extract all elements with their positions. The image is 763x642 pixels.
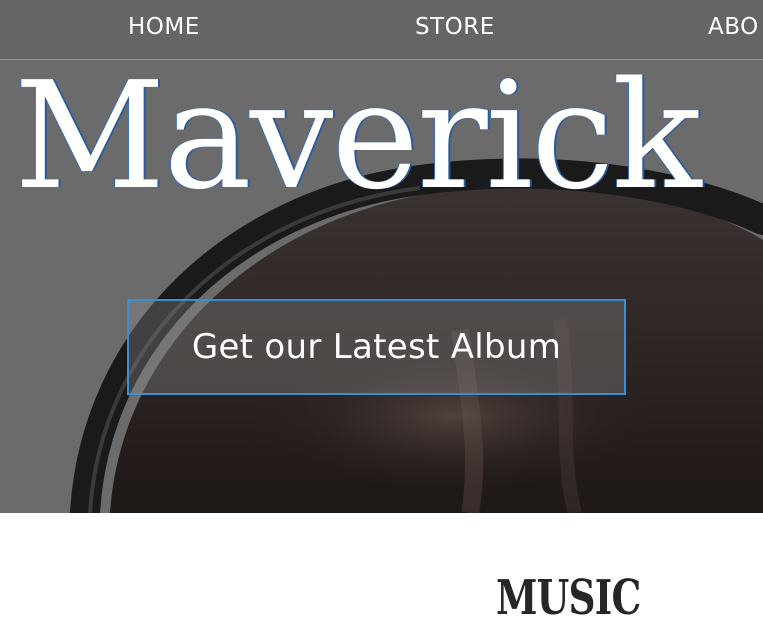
band-name-title: Maverick	[14, 50, 702, 222]
get-latest-album-label: Get our Latest Album	[191, 327, 562, 367]
music-section-heading: MUSIC	[496, 570, 641, 626]
get-latest-album-button[interactable]: Get our Latest Album	[127, 299, 626, 395]
nav-item-about[interactable]: ABO	[708, 14, 759, 40]
nav-item-home[interactable]: HOME	[128, 14, 200, 40]
nav-item-store[interactable]: STORE	[415, 14, 495, 40]
hero-banner: HOME STORE ABO Maverick Get our Latest A…	[0, 0, 763, 513]
